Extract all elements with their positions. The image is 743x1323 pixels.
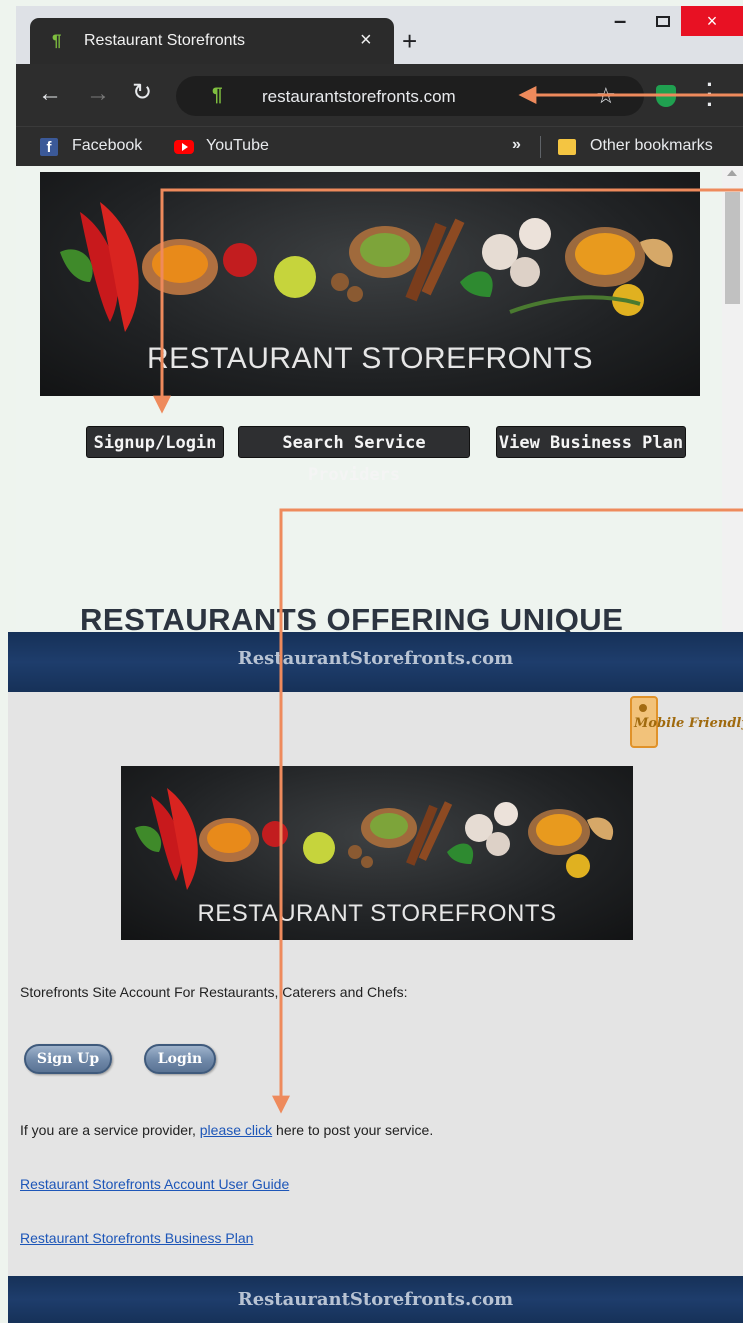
tab-title: Restaurant Storefronts [84, 32, 245, 49]
tab-strip: ¶ Restaurant Storefronts × + – × [16, 6, 743, 64]
banner-title: RESTAURANT STOREFRONTS [146, 342, 594, 375]
menu-kebab-icon[interactable]: · · · [706, 74, 714, 116]
star-bookmark-icon[interactable]: ☆ [596, 83, 616, 109]
mobile-friendly-badge: Mobile Friendly [630, 696, 743, 748]
search-service-providers-button[interactable]: Search Service Providers [238, 426, 470, 485]
business-plan-link[interactable]: Restaurant Storefronts Business Plan [20, 1230, 253, 1246]
address-bar[interactable]: ¶ restaurantstorefronts.com ☆ [176, 76, 644, 116]
divider [540, 136, 541, 158]
old-hero-banner: RESTAURANT STOREFRONTS [121, 766, 633, 940]
fork-knife-icon: ¶ [52, 31, 62, 50]
old-site-header: RestaurantStorefronts.com [8, 632, 743, 692]
view-business-plan-button[interactable]: View Business Plan [496, 426, 686, 458]
bookmark-facebook[interactable]: Facebook [72, 137, 142, 155]
please-click-link[interactable]: please click [200, 1122, 272, 1138]
browser-toolbar: ← → ↻ ¶ restaurantstorefronts.com ☆ · · · [16, 64, 743, 126]
other-bookmarks[interactable]: Other bookmarks [590, 137, 713, 155]
user-guide-link[interactable]: Restaurant Storefronts Account User Guid… [20, 1176, 289, 1192]
service-provider-text: If you are a service provider, please cl… [20, 1122, 450, 1139]
account-label: Storefronts Site Account For Restaurants… [20, 984, 408, 1000]
vertical-scrollbar[interactable] [722, 166, 743, 632]
fork-knife-icon: ¶ [212, 85, 223, 106]
old-site-footer: RestaurantStorefronts.com [8, 1276, 743, 1323]
minimize-button[interactable]: – [614, 8, 626, 34]
browser-tab[interactable]: ¶ Restaurant Storefronts × [30, 18, 394, 64]
bookmarks-bar: f Facebook YouTube » Other bookmarks [16, 126, 743, 166]
close-icon[interactable]: × [360, 29, 372, 52]
folder-icon [558, 139, 576, 155]
service-provider-suffix: here to post your service. [276, 1122, 434, 1138]
scrollbar-thumb[interactable] [725, 192, 740, 304]
window-close-button[interactable]: × [681, 6, 743, 36]
login-button[interactable]: Login [144, 1044, 216, 1074]
forward-arrow-icon[interactable]: → [86, 80, 110, 108]
url-text[interactable]: restaurantstorefronts.com [262, 87, 456, 107]
old-banner-title: RESTAURANT STOREFRONTS [197, 900, 557, 927]
sign-up-button[interactable]: Sign Up [24, 1044, 112, 1074]
service-provider-prefix: If you are a service provider, [20, 1122, 196, 1138]
section-headline: RESTAURANTS OFFERING UNIQUE [80, 602, 624, 632]
old-website: RestaurantStorefronts.com Mobile Friendl… [8, 632, 743, 1323]
maximize-button[interactable] [656, 16, 670, 27]
page-viewport: RESTAURANT STOREFRONTS Signup/Login Sear… [16, 166, 743, 632]
scroll-up-arrow-icon[interactable] [727, 170, 737, 176]
facebook-icon: f [40, 138, 58, 156]
youtube-icon [174, 140, 194, 154]
shield-extension-icon[interactable] [656, 85, 676, 107]
back-arrow-icon[interactable]: ← [38, 80, 62, 108]
hero-banner: RESTAURANT STOREFRONTS [40, 172, 700, 396]
old-footer-title: RestaurantStorefronts.com [237, 1289, 514, 1310]
reload-icon[interactable]: ↻ [132, 78, 152, 107]
browser-window: ¶ Restaurant Storefronts × + – × ← → ↻ ¶… [16, 6, 743, 632]
old-header-title: RestaurantStorefronts.com [237, 648, 514, 669]
new-tab-button[interactable]: + [402, 28, 417, 54]
composite-screenshot: ¶ Restaurant Storefronts × + – × ← → ↻ ¶… [0, 0, 743, 1323]
bookmarks-overflow-button[interactable]: » [512, 136, 521, 154]
signup-login-button[interactable]: Signup/Login [86, 426, 224, 458]
bookmark-youtube[interactable]: YouTube [206, 137, 269, 155]
mobile-friendly-label: Mobile Friendly [634, 716, 743, 731]
